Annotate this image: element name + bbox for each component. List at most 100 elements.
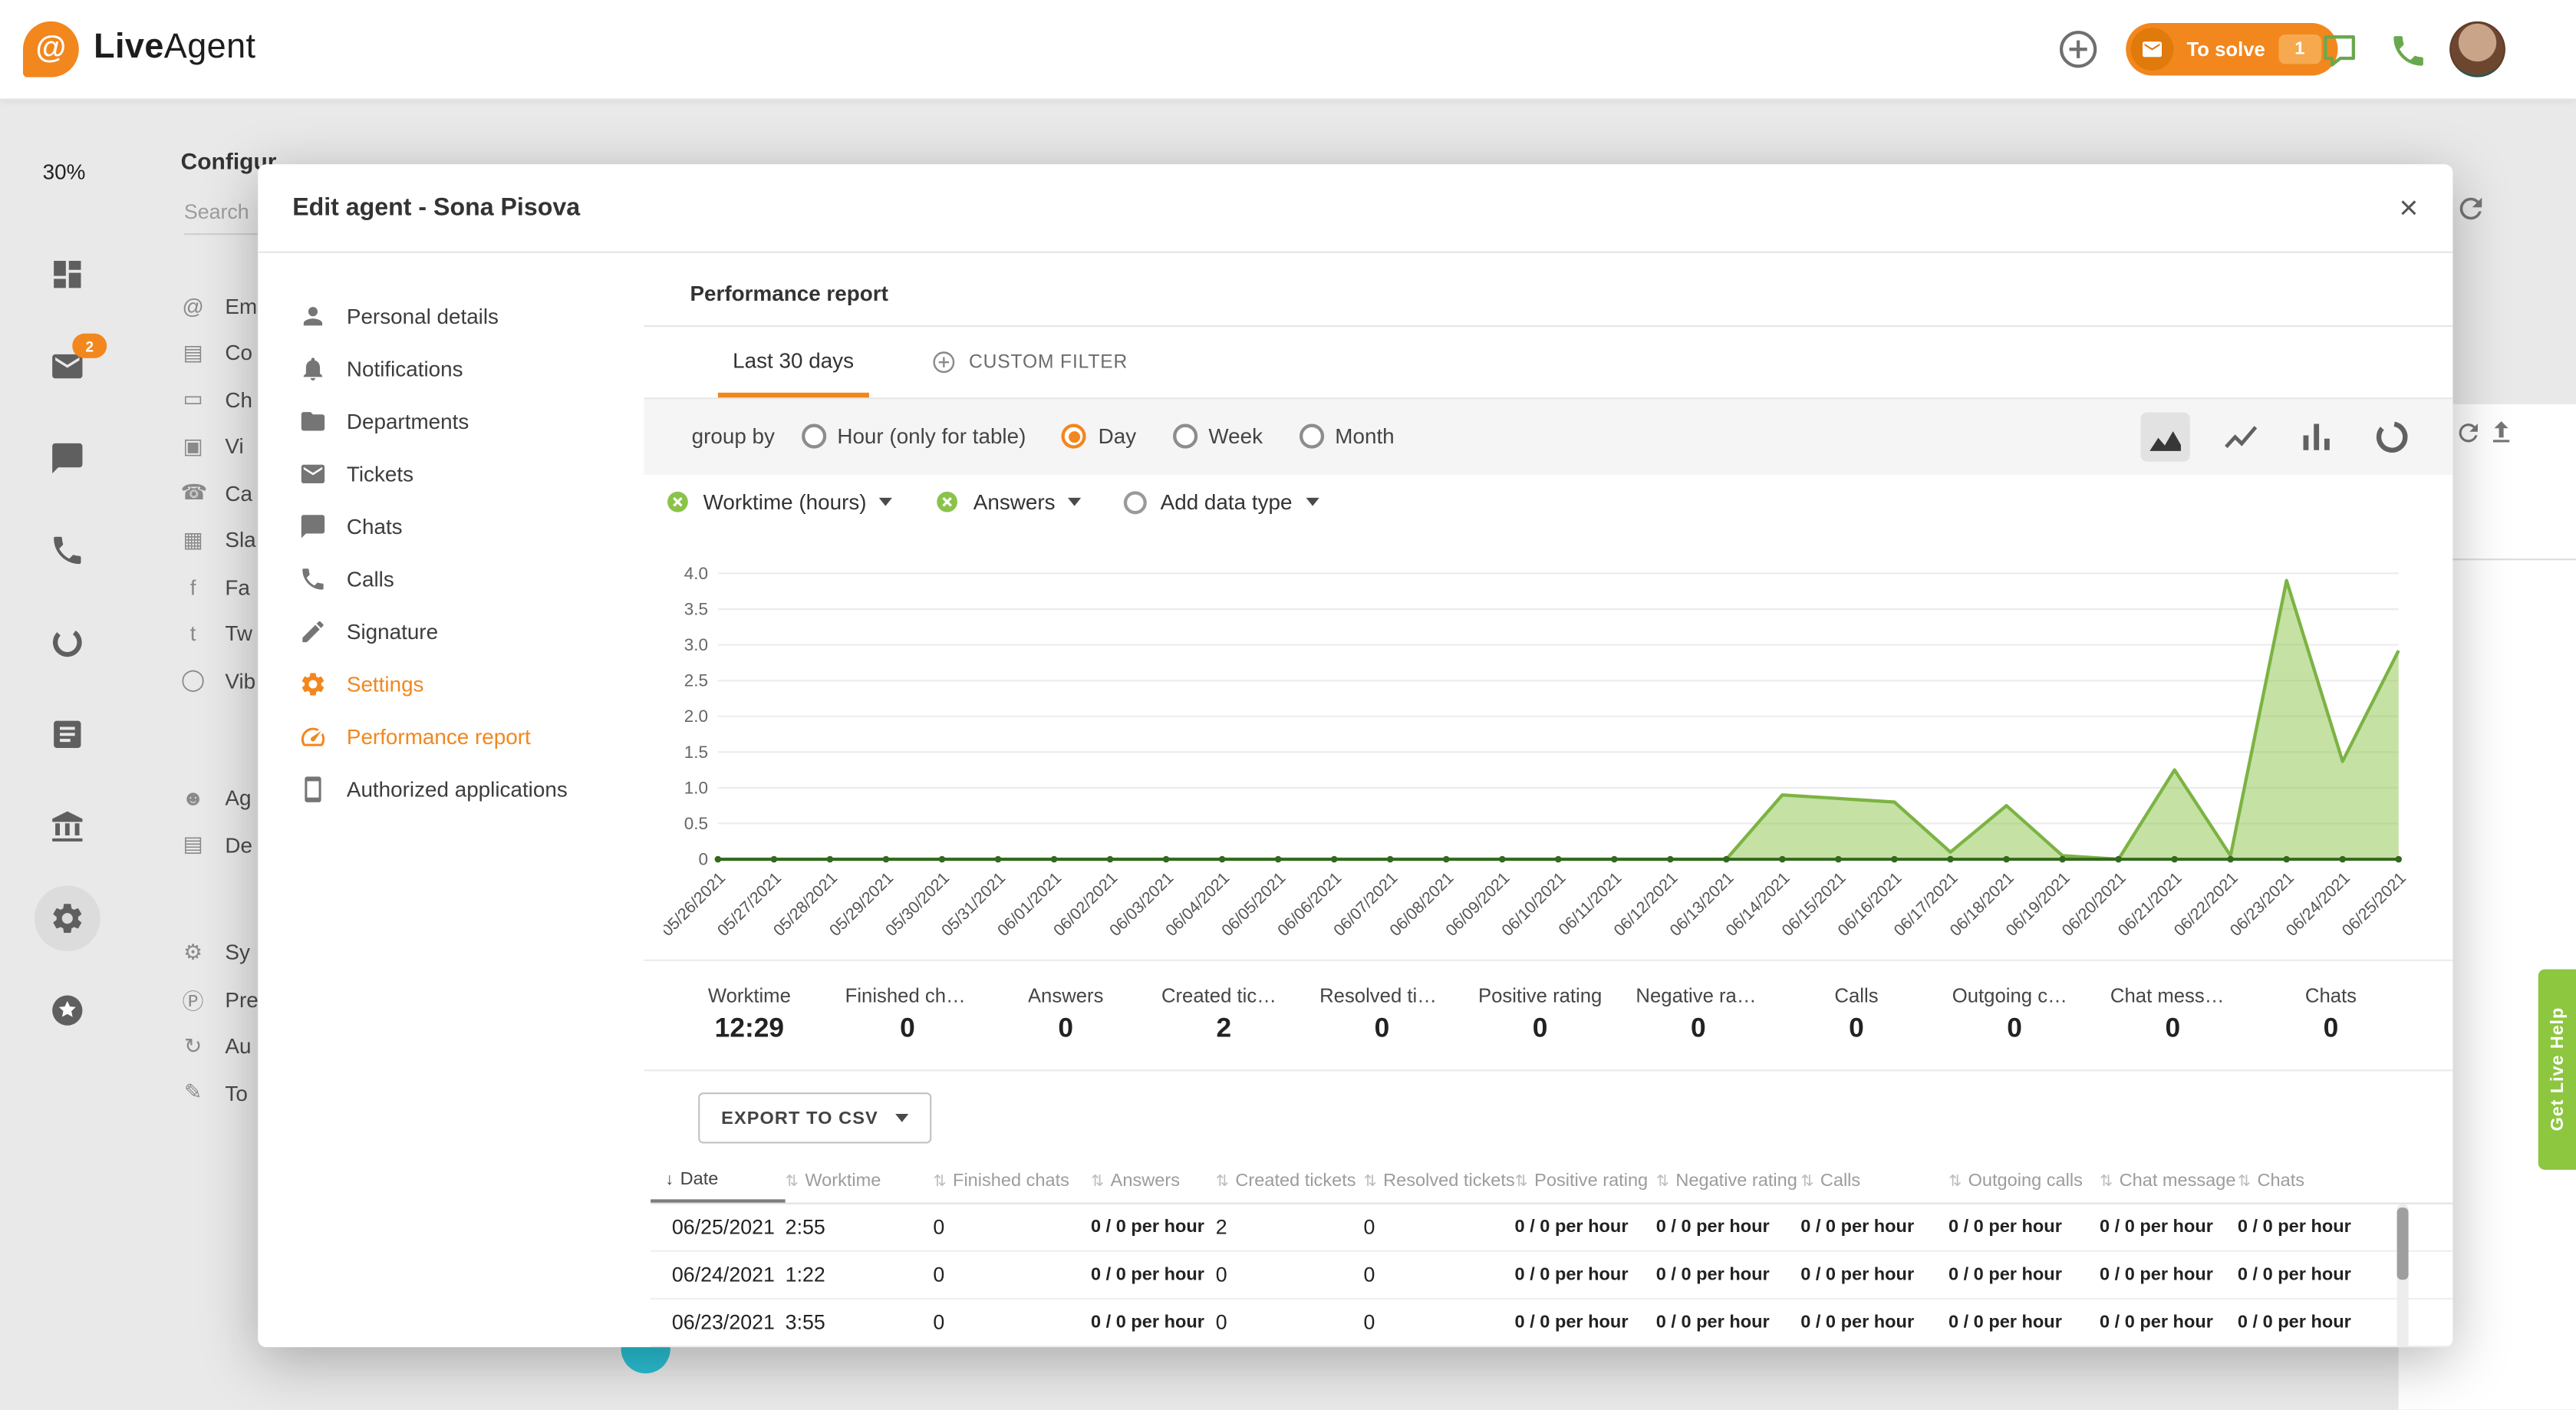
sort-icon: ⇅ — [786, 1172, 799, 1191]
create-new-button[interactable] — [2057, 28, 2100, 71]
sort-desc-icon: ↓ — [665, 1171, 674, 1189]
datatype-chip-worktime-hours[interactable]: Worktime (hours) — [665, 490, 893, 515]
linechart-icon — [2221, 417, 2260, 456]
brand-name: LiveAgent — [94, 28, 255, 67]
bell-icon — [299, 354, 327, 382]
table-cell: 0 / 0 per hour — [1656, 1313, 1800, 1333]
stat-calls: Calls0 — [1777, 984, 1935, 1045]
table-cell: 0 / 0 per hour — [1656, 1217, 1800, 1237]
col-header-worktime[interactable]: ⇅Worktime — [786, 1160, 934, 1203]
col-header-resolved-tickets[interactable]: ⇅Resolved tickets — [1364, 1160, 1515, 1203]
table-cell: 0 / 0 per hour — [2100, 1313, 2238, 1333]
sidebar-tickets-button[interactable] — [49, 717, 85, 753]
video-icon: ▣ — [181, 433, 206, 460]
user-avatar[interactable] — [2449, 21, 2505, 77]
col-header-chats[interactable]: ⇅Chats — [2238, 1160, 2393, 1203]
chevron-down-icon[interactable] — [880, 498, 893, 506]
svg-text:1.5: 1.5 — [684, 742, 708, 761]
modal-nav-calls[interactable]: Calls — [258, 552, 644, 605]
radio-icon[interactable] — [1172, 425, 1197, 450]
viber-icon: ◯ — [181, 667, 206, 693]
modal-nav-settings[interactable]: Settings — [258, 657, 644, 710]
sidebar-phone-button[interactable] — [49, 532, 85, 568]
table-scrollbar[interactable] — [2397, 1204, 2409, 1347]
table-cell: 0 — [1364, 1311, 1515, 1334]
table-cell: 2 — [1216, 1216, 1364, 1239]
table-row[interactable]: 06/24/20211:2200 / 0 per hour000 / 0 per… — [651, 1252, 2452, 1300]
phone-icon: ☎ — [181, 480, 206, 506]
modal-nav-performance-report[interactable]: Performance report — [258, 710, 644, 763]
piechart-toggle[interactable] — [2367, 412, 2416, 461]
datatype-chip-answers[interactable]: Answers — [936, 490, 1082, 515]
sidebar-dashboard-button[interactable] — [49, 256, 85, 292]
person-icon — [299, 301, 327, 329]
upload-icon[interactable] — [2487, 419, 2515, 446]
sort-icon: ⇅ — [1800, 1172, 1813, 1191]
modal-nav-signature[interactable]: Signature — [258, 605, 644, 657]
radio-icon[interactable] — [801, 425, 825, 450]
barchart-toggle[interactable] — [2292, 412, 2341, 461]
modal-nav-notifications[interactable]: Notifications — [258, 341, 644, 394]
col-header-date[interactable]: ↓Date — [651, 1160, 786, 1203]
close-icon[interactable]: × — [2399, 191, 2418, 224]
chats-button[interactable] — [2320, 31, 2359, 71]
tab-last-30-days[interactable]: Last 30 days — [718, 327, 868, 397]
linechart-toggle[interactable] — [2216, 412, 2265, 461]
tab-custom-filter[interactable]: CUSTOM FILTER — [931, 327, 1128, 397]
groupby-option-hour-only-for-table[interactable]: Hour (only for table) — [801, 425, 1026, 450]
refresh-icon: ↻ — [181, 1033, 206, 1059]
scrollbar-thumb[interactable] — [2397, 1207, 2409, 1280]
modal-nav-tickets[interactable]: Tickets — [258, 447, 644, 500]
add-data-type-control[interactable]: Add data type — [1125, 490, 1319, 515]
refresh-button[interactable] — [2455, 193, 2488, 226]
to-solve-button[interactable]: To solve 1 — [2126, 23, 2337, 76]
sidebar-chats-button[interactable] — [49, 440, 85, 476]
table-cell: 0 — [933, 1216, 1091, 1239]
star-circle-icon — [49, 993, 85, 1029]
table-cell: 06/24/2021 — [651, 1263, 786, 1286]
groupby-option-month[interactable]: Month — [1299, 425, 1395, 450]
radio-icon[interactable] — [1062, 425, 1087, 450]
table-cell: 3:55 — [786, 1311, 934, 1334]
col-header-outgoing-calls[interactable]: ⇅Outgoing calls — [1948, 1160, 2100, 1203]
export-to-csv-button[interactable]: EXPORT TO CSV — [698, 1092, 931, 1143]
chevron-down-icon[interactable] — [1306, 498, 1319, 506]
table-cell: 0 — [933, 1263, 1091, 1286]
col-header-chat-message[interactable]: ⇅Chat message — [2100, 1160, 2238, 1203]
sidebar-settings-button[interactable] — [49, 901, 85, 937]
groupby-option-day[interactable]: Day — [1062, 425, 1137, 450]
radio-icon[interactable] — [1125, 491, 1148, 514]
sidebar-addons-button[interactable] — [49, 993, 85, 1029]
grid-icon: ▦ — [181, 527, 206, 553]
sidebar-bank-button[interactable] — [49, 809, 85, 845]
col-header-created-tickets[interactable]: ⇅Created tickets — [1216, 1160, 1364, 1203]
col-header-positive-rating[interactable]: ⇅Positive rating — [1515, 1160, 1656, 1203]
modal-nav-departments[interactable]: Departments — [258, 394, 644, 447]
areachart-icon — [2146, 417, 2185, 456]
sidebar-reports-button[interactable] — [49, 624, 85, 661]
col-header-calls[interactable]: ⇅Calls — [1800, 1160, 1948, 1203]
groupby-option-week[interactable]: Week — [1172, 425, 1263, 450]
modal-nav-chats[interactable]: Chats — [258, 499, 644, 552]
chevron-down-icon[interactable] — [1069, 498, 1082, 506]
table-row[interactable]: 06/23/20213:5500 / 0 per hour000 / 0 per… — [651, 1300, 2452, 1347]
modal-nav-authorized-applications[interactable]: Authorized applications — [258, 763, 644, 815]
sort-icon: ⇅ — [933, 1172, 946, 1191]
areachart-toggle[interactable] — [2141, 412, 2190, 461]
calls-button[interactable] — [2389, 31, 2428, 71]
at-icon: @ — [181, 294, 206, 318]
remove-datatype-icon[interactable] — [936, 490, 960, 515]
col-header-negative-rating[interactable]: ⇅Negative rating — [1656, 1160, 1800, 1203]
table-row[interactable]: 06/25/20212:5500 / 0 per hour200 / 0 per… — [651, 1204, 2452, 1252]
radio-icon[interactable] — [1299, 425, 1323, 450]
table-cell: 0 / 0 per hour — [1800, 1217, 1948, 1237]
get-live-help-tab[interactable]: Get Live Help — [2538, 970, 2576, 1170]
modal-nav-personal-details[interactable]: Personal details — [258, 289, 644, 342]
reload-icon[interactable] — [2455, 419, 2482, 446]
remove-datatype-icon[interactable] — [665, 490, 690, 515]
col-header-answers[interactable]: ⇅Answers — [1091, 1160, 1216, 1203]
gauge-icon — [299, 722, 327, 749]
facebook-icon: f — [181, 575, 206, 599]
col-header-finished-chats[interactable]: ⇅Finished chats — [933, 1160, 1091, 1203]
agents-icon: ☻ — [181, 786, 206, 810]
